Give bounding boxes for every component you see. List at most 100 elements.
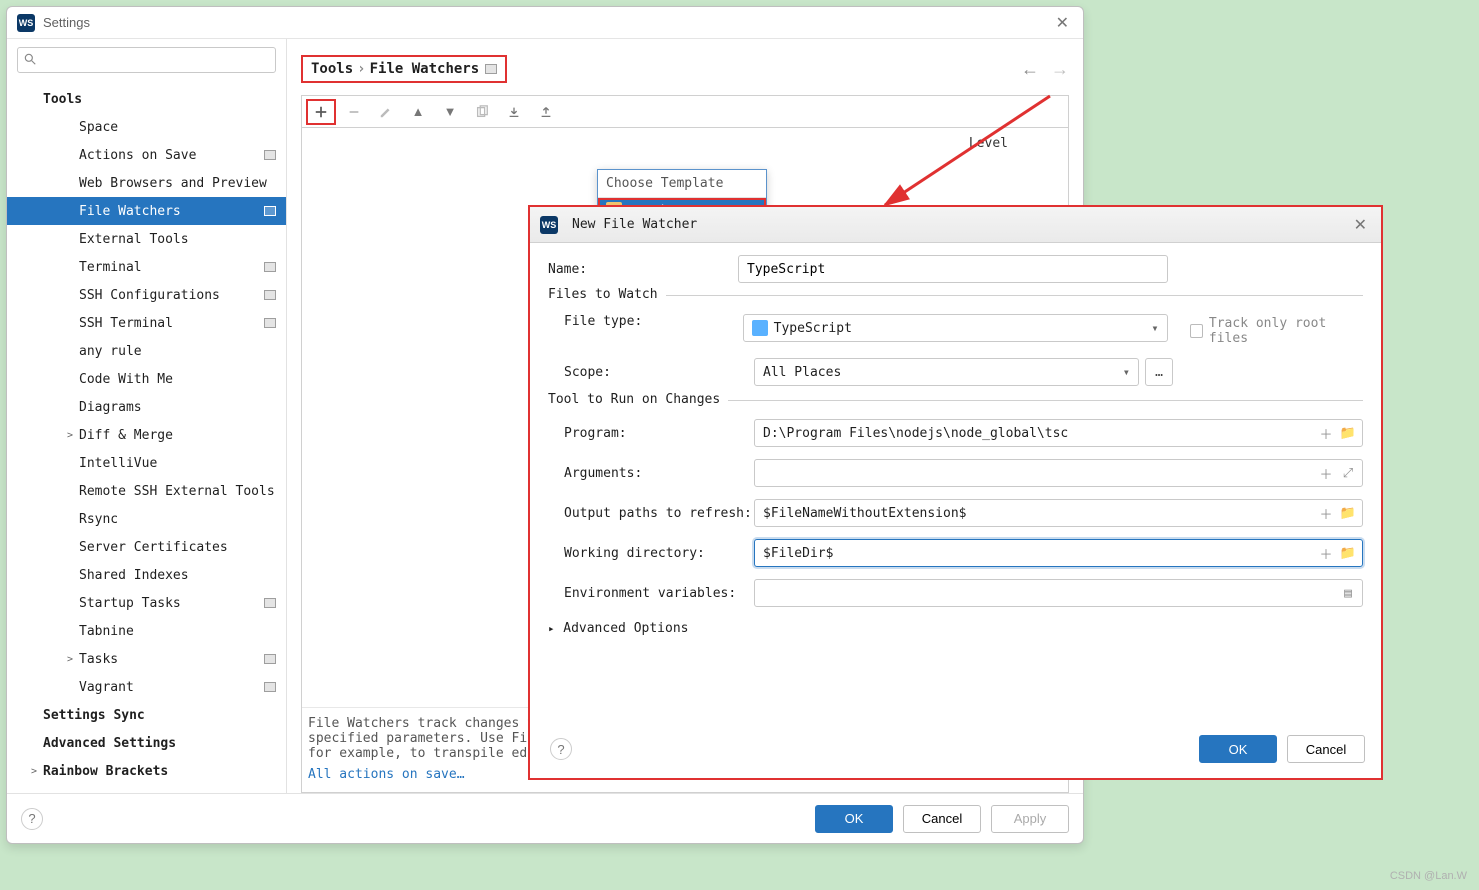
chevron-down-icon: ▾ [1123, 365, 1130, 379]
sidebar-item-label: Diagrams [79, 400, 276, 415]
name-input[interactable] [738, 255, 1168, 283]
insert-macro-icon[interactable]: ＋ [1316, 423, 1336, 443]
help-button[interactable]: ? [550, 738, 572, 760]
add-button[interactable] [306, 99, 336, 125]
sidebar-item-space[interactable]: Space [7, 113, 286, 141]
cancel-button[interactable]: Cancel [1287, 735, 1365, 763]
help-button[interactable]: ? [21, 808, 43, 830]
ok-button[interactable]: OK [815, 805, 893, 833]
settings-footer: ? OK Cancel Apply [7, 793, 1083, 843]
sidebar-item-label: Web Browsers and Preview [79, 176, 276, 191]
forward-button[interactable]: → [1051, 59, 1069, 80]
expand-icon[interactable]: ⤢ [1338, 463, 1358, 483]
scope-dropdown[interactable]: All Places ▾ [754, 358, 1139, 386]
copy-button[interactable] [468, 100, 496, 124]
name-label: Name: [548, 262, 738, 277]
sidebar-item-diagrams[interactable]: Diagrams [7, 393, 286, 421]
import-button[interactable] [500, 100, 528, 124]
sidebar-item-web-browsers-and-preview[interactable]: Web Browsers and Preview [7, 169, 286, 197]
close-icon[interactable]: ✕ [1350, 215, 1371, 235]
sidebar-item-rainbow-brackets[interactable]: >Rainbow Brackets [7, 757, 286, 785]
breadcrumb-badge-icon [485, 64, 497, 74]
settings-sidebar: Tools Space Actions on Save Web Browsers a… [7, 39, 287, 793]
cancel-button[interactable]: Cancel [903, 805, 981, 833]
dialog-titlebar: WS New File Watcher ✕ [530, 207, 1381, 243]
move-up-button[interactable]: ▲ [404, 100, 432, 124]
insert-macro-icon[interactable]: ＋ [1316, 543, 1336, 563]
sidebar-item-label: External Tools [79, 232, 276, 247]
sidebar-item-startup-tasks[interactable]: Startup Tasks [7, 589, 286, 617]
sidebar-item-external-tools[interactable]: External Tools [7, 225, 286, 253]
sidebar-item-label: IntelliVue [79, 456, 276, 471]
sidebar-item-actions-on-save[interactable]: Actions on Save [7, 141, 286, 169]
search-input[interactable] [17, 47, 276, 73]
env-input[interactable]: ▤ [754, 579, 1363, 607]
sidebar-item-any-rule[interactable]: any rule [7, 337, 286, 365]
sidebar-item-ssh-configurations[interactable]: SSH Configurations [7, 281, 286, 309]
browse-folder-icon[interactable]: 📁 [1338, 423, 1358, 443]
actions-on-save-link[interactable]: All actions on save… [308, 767, 465, 782]
watermark: CSDN @Lan.W [1390, 870, 1467, 882]
scope-more-button[interactable]: … [1145, 358, 1173, 386]
output-paths-input[interactable]: $FileNameWithoutExtension$ ＋ 📁 [754, 499, 1363, 527]
file-type-dropdown[interactable]: TypeScript ▾ [743, 314, 1168, 342]
file-type-label: File type: [564, 314, 743, 329]
scope-badge-icon [264, 150, 276, 160]
back-button[interactable]: ← [1021, 59, 1039, 80]
sidebar-item-settings-sync[interactable]: Settings Sync [7, 701, 286, 729]
sidebar-item-label: File Watchers [79, 204, 264, 219]
sidebar-item-tasks[interactable]: >Tasks [7, 645, 286, 673]
watcher-toolbar: ▲ ▼ [302, 96, 1068, 128]
scope-badge-icon [264, 654, 276, 664]
track-root-checkbox[interactable]: Track only root files [1190, 316, 1363, 346]
sidebar-item-shared-indexes[interactable]: Shared Indexes [7, 561, 286, 589]
new-file-watcher-dialog: WS New File Watcher ✕ Name: Files to Wat… [528, 205, 1383, 780]
files-group-label: Files to Watch [548, 287, 666, 302]
scope-badge-icon [264, 682, 276, 692]
arguments-input[interactable]: ＋ ⤢ [754, 459, 1363, 487]
arguments-label: Arguments: [564, 466, 754, 481]
browse-folder-icon[interactable]: 📁 [1338, 503, 1358, 523]
breadcrumb-leaf: File Watchers [370, 61, 480, 77]
advanced-options-toggle[interactable]: Advanced Options [548, 621, 1363, 636]
sidebar-item-terminal[interactable]: Terminal [7, 253, 286, 281]
sidebar-item-label: Startup Tasks [79, 596, 264, 611]
edit-button[interactable] [372, 100, 400, 124]
list-icon[interactable]: ▤ [1338, 583, 1358, 603]
insert-macro-icon[interactable]: ＋ [1316, 503, 1336, 523]
ok-button[interactable]: OK [1199, 735, 1277, 763]
sidebar-item-vagrant[interactable]: Vagrant [7, 673, 286, 701]
remove-button[interactable] [340, 100, 368, 124]
export-button[interactable] [532, 100, 560, 124]
scope-badge-icon [264, 598, 276, 608]
sidebar-item-rsync[interactable]: Rsync [7, 505, 286, 533]
working-dir-input[interactable]: $FileDir$ ＋ 📁 [754, 539, 1363, 567]
sidebar-item-label: Space [79, 120, 276, 135]
sidebar-item-tabnine[interactable]: Tabnine [7, 617, 286, 645]
move-down-button[interactable]: ▼ [436, 100, 464, 124]
insert-macro-icon[interactable]: ＋ [1316, 463, 1336, 483]
sidebar-item-label: Terminal [79, 260, 264, 275]
webstorm-icon: WS [540, 216, 558, 234]
sidebar-item-label: SSH Configurations [79, 288, 264, 303]
sidebar-item-advanced-settings[interactable]: Advanced Settings [7, 729, 286, 757]
sidebar-item-ssh-terminal[interactable]: SSH Terminal [7, 309, 286, 337]
apply-button[interactable]: Apply [991, 805, 1069, 833]
search-icon [23, 52, 37, 66]
program-input[interactable]: D:\Program Files\nodejs\node_global\tsc … [754, 419, 1363, 447]
browse-folder-icon[interactable]: 📁 [1338, 543, 1358, 563]
scope-badge-icon [264, 262, 276, 272]
sidebar-item-code-with-me[interactable]: Code With Me [7, 365, 286, 393]
sidebar-item-label: Diff & Merge [79, 428, 276, 443]
tree-section-tools[interactable]: Tools [7, 85, 286, 113]
sidebar-item-label: Server Certificates [79, 540, 276, 555]
sidebar-item-file-watchers[interactable]: File Watchers [7, 197, 286, 225]
close-icon[interactable]: ✕ [1052, 13, 1073, 33]
sidebar-item-intellivue[interactable]: IntelliVue [7, 449, 286, 477]
sidebar-item-label: Rsync [79, 512, 276, 527]
sidebar-item-server-certificates[interactable]: Server Certificates [7, 533, 286, 561]
sidebar-item-remote-ssh-external-tools[interactable]: Remote SSH External Tools [7, 477, 286, 505]
settings-tree: Tools Space Actions on Save Web Browsers a… [7, 79, 286, 793]
sidebar-item-diff-merge[interactable]: >Diff & Merge [7, 421, 286, 449]
sidebar-item-label: Remote SSH External Tools [79, 484, 276, 499]
